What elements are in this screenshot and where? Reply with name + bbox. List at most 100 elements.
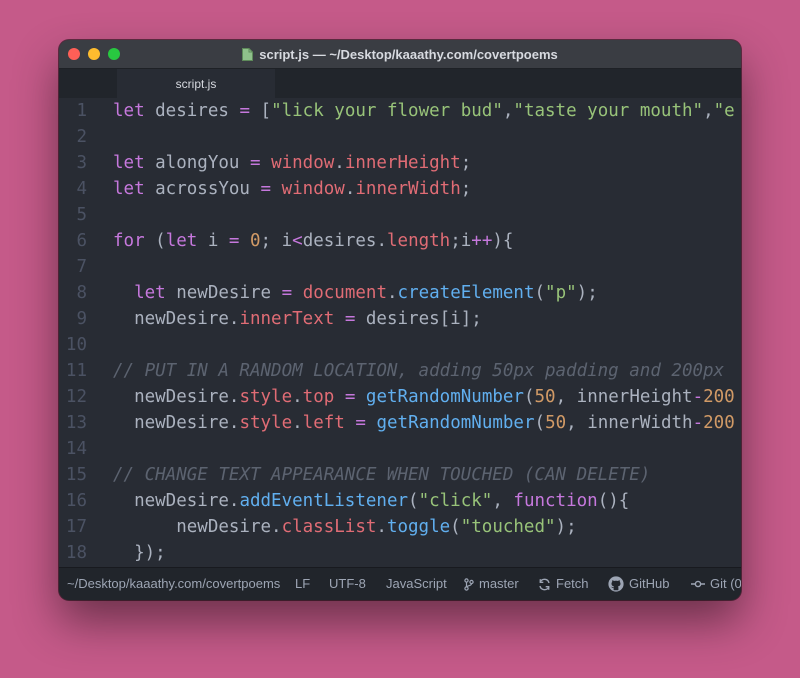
- line-number: 2: [76, 127, 87, 147]
- code-token: .: [344, 179, 356, 199]
- code-text: // PUT IN A RANDOM LOCATION, adding 50px…: [113, 358, 724, 384]
- code-token: "click": [418, 491, 493, 511]
- title-bar: script.js — ~/Desktop/kaaathy.com/covert…: [59, 40, 741, 69]
- code-editor[interactable]: 1 let desires = ["lick your flower bud","…: [59, 98, 741, 568]
- line-number: 1: [76, 101, 87, 121]
- code-text: let desires = ["lick your flower bud","t…: [113, 98, 735, 124]
- line-number: 11: [65, 361, 87, 381]
- code-token: let: [165, 231, 198, 251]
- code-text: newDesire.classList.toggle("touched");: [113, 514, 576, 540]
- code-token: "touched": [460, 517, 556, 537]
- code-token: 50: [534, 387, 556, 407]
- code-token: getRandomNumber: [376, 413, 535, 433]
- code-token: , innerHeight: [555, 387, 693, 407]
- tab-label: script.js: [175, 76, 217, 91]
- code-token: innerWidth: [355, 179, 461, 199]
- status-fetch[interactable]: Fetch: [538, 568, 589, 600]
- code-token: });: [113, 543, 166, 563]
- code-text: let acrossYou = window.innerWidth;: [113, 176, 471, 202]
- code-token: getRandomNumber: [365, 387, 524, 407]
- tab-script-js[interactable]: script.js: [117, 69, 275, 98]
- code-token: , innerWidth: [566, 413, 693, 433]
- line-number: 17: [65, 517, 87, 537]
- code-token: // PUT IN A RANDOM LOCATION, adding 50px…: [113, 361, 725, 381]
- code-text: });: [113, 540, 166, 566]
- code-token: newDesire.: [113, 309, 240, 329]
- code-token: ){: [492, 231, 514, 251]
- git-commit-icon: [691, 580, 705, 588]
- code-token: =: [281, 283, 293, 303]
- code-token: length: [387, 231, 451, 251]
- window-title: script.js — ~/Desktop/kaaathy.com/covert…: [259, 46, 558, 62]
- code-token: desires.: [302, 231, 387, 251]
- code-token: .: [386, 283, 398, 303]
- code-token: toggle: [386, 517, 451, 537]
- code-token: createElement: [397, 283, 535, 303]
- code-token: alongYou: [144, 153, 250, 173]
- code-token: let: [134, 283, 166, 303]
- code-token: top: [302, 387, 335, 407]
- code-token: =: [355, 413, 366, 433]
- code-token: );: [576, 283, 598, 303]
- code-token: =: [260, 179, 272, 199]
- code-token: addEventListener: [239, 491, 409, 511]
- code-token: ;: [460, 153, 472, 173]
- line-number: 5: [76, 205, 87, 225]
- status-file-path[interactable]: ~/Desktop/kaaathy.com/covertpoems: [67, 568, 280, 600]
- code-token: [: [249, 101, 272, 121]
- code-token: ,: [703, 101, 714, 121]
- code-text: for (let i = 0; i<desires.length;i++){: [113, 228, 513, 254]
- code-token: =: [228, 231, 240, 251]
- status-github[interactable]: GitHub: [608, 568, 669, 600]
- line-number: 12: [65, 387, 87, 407]
- sync-icon: [539, 578, 550, 590]
- code-token: desires: [144, 101, 240, 121]
- code-token: function: [513, 491, 598, 511]
- code-token: window: [281, 179, 345, 199]
- line-number: 10: [65, 335, 87, 355]
- code-token: classList: [281, 517, 377, 537]
- code-token: ;i: [450, 231, 472, 251]
- code-token: ; i: [260, 231, 293, 251]
- status-branch[interactable]: master: [464, 568, 519, 600]
- code-text: // CHANGE TEXT APPEARANCE WHEN TOUCHED (…: [113, 462, 650, 488]
- code-token: newDesire: [165, 283, 282, 303]
- code-token: newDesire.: [113, 387, 240, 407]
- code-text: let alongYou = window.innerHeight;: [113, 150, 471, 176]
- status-git[interactable]: Git (0: [691, 568, 741, 600]
- code-text: newDesire.addEventListener("click", func…: [113, 488, 629, 514]
- code-token: .: [376, 517, 387, 537]
- status-line-ending[interactable]: LF: [295, 568, 310, 600]
- status-encoding[interactable]: UTF-8: [329, 568, 366, 600]
- code-token: 200: [703, 413, 735, 433]
- code-token: 0: [250, 231, 261, 251]
- code-token: ,: [502, 101, 514, 121]
- file-icon: [242, 47, 254, 61]
- code-text: newDesire.style.top = getRandomNumber(50…: [113, 384, 735, 410]
- code-token: ++: [471, 231, 493, 251]
- code-token: window: [271, 153, 335, 173]
- status-grammar[interactable]: JavaScript: [386, 568, 447, 600]
- github-icon: [608, 576, 624, 592]
- editor-window: script.js — ~/Desktop/kaaathy.com/covert…: [59, 40, 741, 600]
- code-token: let: [113, 153, 145, 173]
- code-token: left: [302, 413, 345, 433]
- code-token: ;: [460, 179, 472, 199]
- line-number: 14: [65, 439, 87, 459]
- code-token: 50: [545, 413, 567, 433]
- window-title-area: script.js — ~/Desktop/kaaathy.com/covert…: [59, 40, 741, 68]
- code-token: "taste your mouth": [513, 101, 704, 121]
- code-token: (: [534, 283, 546, 303]
- code-token: =: [249, 153, 261, 173]
- code-text: newDesire.innerText = desires[i];: [113, 306, 482, 332]
- code-token: (){: [597, 491, 630, 511]
- line-number: 3: [76, 153, 87, 173]
- tab-bar: script.js: [59, 69, 741, 98]
- line-number: 6: [76, 231, 87, 251]
- line-number: 16: [65, 491, 87, 511]
- line-number: 9: [76, 309, 87, 329]
- code-token: (: [408, 491, 419, 511]
- code-token: .: [292, 387, 303, 407]
